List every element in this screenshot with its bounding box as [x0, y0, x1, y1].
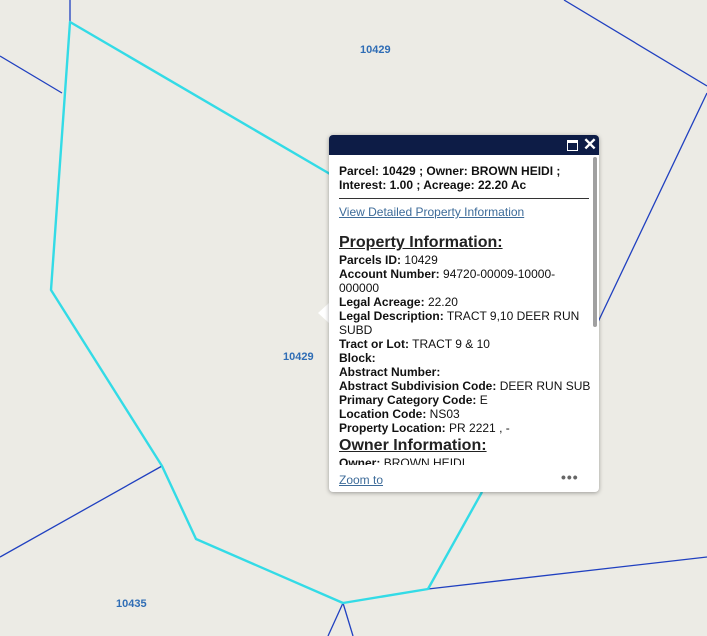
field-label: Parcels ID:	[339, 253, 402, 267]
popup-header: ✕	[329, 135, 599, 155]
popup-pointer	[318, 303, 329, 323]
divider	[339, 198, 589, 199]
popup-content[interactable]: Property Information: Parcels ID: 10429 …	[339, 232, 591, 465]
field-value: DEER RUN SUB	[499, 379, 591, 393]
field-block: Block:	[339, 351, 591, 365]
popup-scrollbar[interactable]	[593, 157, 597, 327]
parcel-line	[0, 55, 63, 94]
field-label: Abstract Subdivision Code:	[339, 379, 497, 393]
field-account-number: Account Number: 94720-00009-10000-000000	[339, 267, 591, 295]
field-abstract-number: Abstract Number:	[339, 365, 591, 379]
parcel-line	[597, 92, 707, 323]
parcel-label: 10429	[283, 351, 314, 363]
field-label: Owner:	[339, 456, 381, 465]
parcel-line	[327, 602, 344, 636]
view-detailed-property-link[interactable]: View Detailed Property Information	[339, 205, 524, 219]
field-legal-description: Legal Description: TRACT 9,10 DEER RUN S…	[339, 309, 591, 337]
parcel-line	[0, 465, 163, 558]
maximize-icon[interactable]	[564, 137, 580, 153]
field-label: Abstract Number:	[339, 365, 441, 379]
field-value: BROWN HEIDI	[383, 456, 466, 465]
field-label: Block:	[339, 351, 376, 365]
zoom-to-link[interactable]: Zoom to	[339, 473, 383, 487]
field-value: PR 2221 , -	[449, 421, 510, 435]
field-legal-acreage: Legal Acreage: 22.20	[339, 295, 591, 309]
field-label: Legal Description:	[339, 309, 444, 323]
field-label: Tract or Lot:	[339, 337, 410, 351]
parcel-popup: ✕ Parcel: 10429 ; Owner: BROWN HEIDI ; I…	[329, 135, 599, 492]
field-value: 22.20	[427, 295, 458, 309]
field-primary-category-code: Primary Category Code: E	[339, 393, 591, 407]
parcel-line	[563, 0, 707, 87]
field-label: Account Number:	[339, 267, 440, 281]
parcel-line	[342, 602, 354, 636]
more-options-icon[interactable]: •••	[561, 469, 579, 485]
field-label: Property Location:	[339, 421, 446, 435]
field-value: E	[479, 393, 488, 407]
field-abstract-subdivision-code: Abstract Subdivision Code: DEER RUN SUB	[339, 379, 591, 393]
parcel-label: 10435	[116, 598, 147, 610]
field-owner: Owner: BROWN HEIDI	[339, 456, 591, 465]
field-value: TRACT 9 & 10	[412, 337, 490, 351]
field-value: 10429	[404, 253, 438, 267]
property-information-heading: Property Information:	[339, 234, 503, 251]
popup-title: Parcel: 10429 ; Owner: BROWN HEIDI ; Int…	[339, 164, 561, 192]
parcel-line	[427, 556, 707, 590]
popup-footer: Zoom to •••	[329, 469, 599, 491]
field-label: Primary Category Code:	[339, 393, 477, 407]
field-location-code: Location Code: NS03	[339, 407, 591, 421]
close-icon[interactable]: ✕	[582, 136, 598, 153]
field-label: Location Code:	[339, 407, 427, 421]
parcel-label: 10429	[360, 44, 391, 56]
owner-information-heading: Owner Information:	[339, 437, 487, 454]
field-tract-or-lot: Tract or Lot: TRACT 9 & 10	[339, 337, 591, 351]
field-parcels-id: Parcels ID: 10429	[339, 253, 591, 267]
field-property-location: Property Location: PR 2221 , -	[339, 421, 591, 435]
field-value: NS03	[429, 407, 460, 421]
field-label: Legal Acreage:	[339, 295, 425, 309]
